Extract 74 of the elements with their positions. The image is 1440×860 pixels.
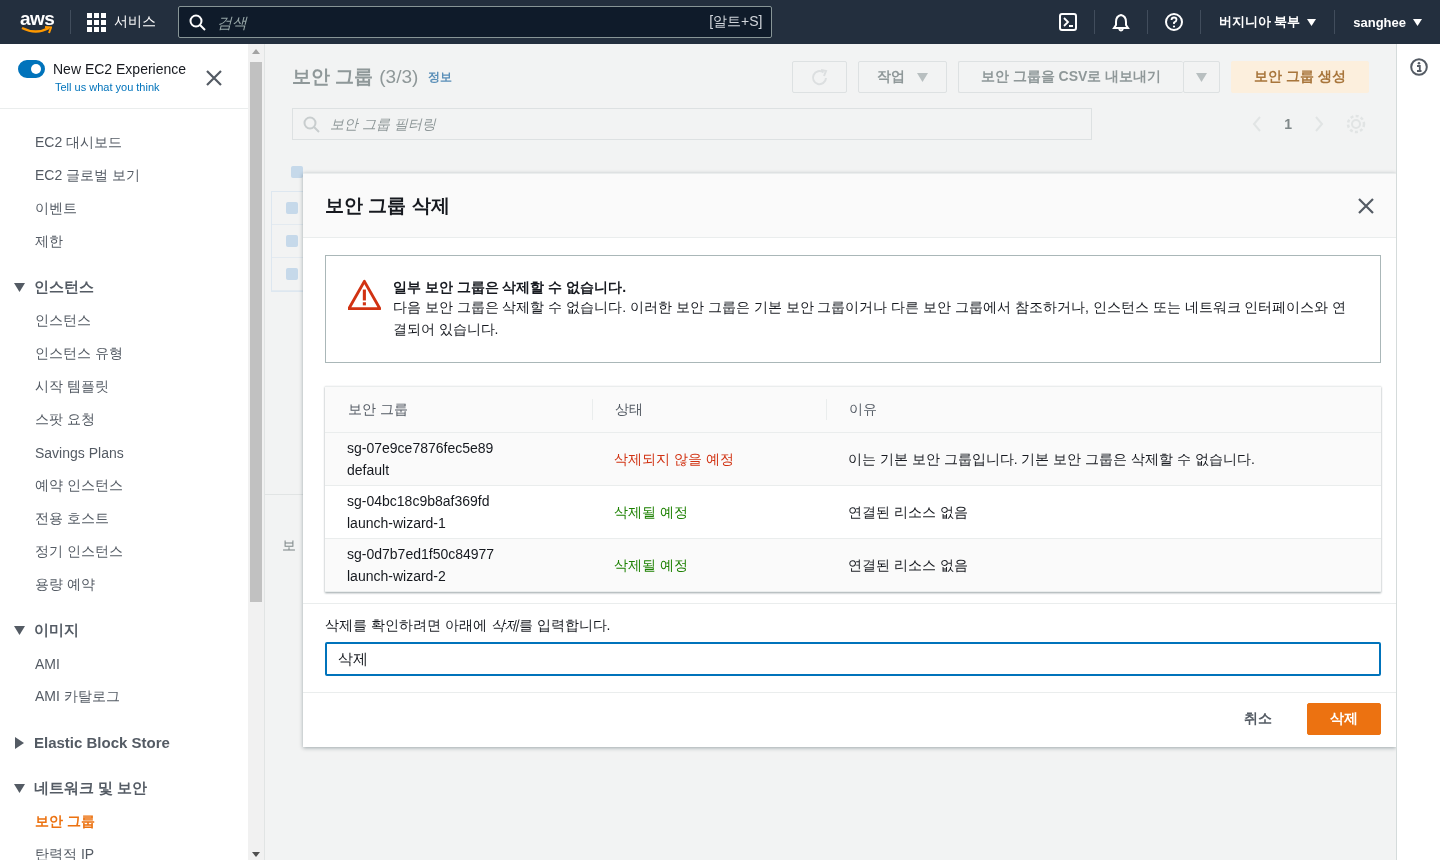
nav-item[interactable]: EC2 글로벌 보기 (0, 159, 248, 192)
nav-item[interactable]: 정기 인스턴스 (0, 535, 248, 568)
status-cell: 삭제될 예정 (592, 485, 826, 539)
feedback-link[interactable]: Tell us what you think (55, 81, 187, 93)
logo-text[interactable]: aws (20, 10, 55, 27)
scroll-down-icon[interactable] (252, 852, 260, 857)
nav-item[interactable]: 스팟 요청 (0, 403, 248, 436)
nav-item[interactable]: 시작 템플릿 (0, 370, 248, 403)
search-icon (303, 116, 320, 133)
region-menu[interactable]: 버지니아 북부 (1200, 13, 1335, 31)
services-menu[interactable]: 서비스 (87, 12, 157, 32)
nav-section-header[interactable]: 인스턴스 (0, 271, 100, 304)
toggle-switch[interactable] (18, 60, 45, 78)
dialog-title: 보안 그룹 삭제 (325, 193, 451, 218)
row-checkbox[interactable] (286, 202, 298, 214)
column-header: 이유 (826, 387, 1381, 433)
terminal-icon[interactable] (1058, 13, 1077, 31)
info-icon[interactable] (1410, 58, 1428, 76)
smile-arrow-icon (20, 25, 52, 34)
row-checkbox[interactable] (291, 166, 303, 178)
status-cell: 삭제되지 않을 예정 (592, 432, 826, 486)
caret-icon (1413, 18, 1422, 26)
toggle-label: New EC2 Experience (53, 60, 187, 78)
status-cell: 삭제될 예정 (592, 538, 826, 592)
reason-cell: 연결된 리소스 없음 (826, 538, 1381, 592)
nav-item[interactable]: 예약 인스턴스 (0, 469, 248, 502)
row-checkbox[interactable] (286, 268, 298, 280)
grid-icon (87, 12, 107, 32)
nav-item[interactable]: 전용 호스트 (0, 502, 248, 535)
shortcut-hint: [알트+S] (709, 13, 763, 31)
create-button[interactable]: 보안 그룹 생성 (1231, 61, 1369, 93)
column-header: 상태 (592, 387, 826, 433)
bell-icon[interactable] (1111, 12, 1130, 32)
nav-item[interactable]: 탄력적 IP (0, 838, 248, 860)
close-icon[interactable] (1358, 197, 1374, 214)
scroll-up-icon[interactable] (252, 49, 260, 54)
nav-item[interactable]: Savings Plans (0, 436, 248, 469)
nav-section-header[interactable]: 이미지 (0, 614, 85, 647)
reason-cell: 연결된 리소스 없음 (826, 485, 1381, 539)
security-group-cell: sg-04bc18c9b8af369fd launch-wizard-1 (325, 485, 592, 539)
confirm-input-field[interactable]: 삭제 (325, 642, 1381, 676)
nav-item[interactable]: 인스턴스 (0, 304, 248, 337)
close-icon[interactable] (206, 70, 222, 86)
selection-count: (3/3) (379, 66, 419, 88)
filter-field[interactable]: 보안 그룹 필터링 (292, 108, 1092, 140)
nav-item[interactable]: 용량 예약 (0, 568, 248, 601)
nav-item[interactable]: 인스턴스 유형 (0, 337, 248, 370)
column-header: 보안 그룹 (325, 387, 592, 433)
alert-message: 다음 보안 그룹은 삭제할 수 없습니다. 이러한 보안 그룹은 기본 보안 그룹이거나 다른 보안 그룹에서 참조하거나, 인스턴스 또는 네트워크 인터페이스와 연결되어 있습니다. (392, 298, 1348, 339)
nav-section-header[interactable]: 네트워크 및 보안 (0, 772, 154, 805)
account-menu[interactable]: sanghee (1335, 14, 1440, 30)
caret-icon (916, 72, 928, 82)
security-group-cell: sg-0d7b7ed1f50c84977 launch-wizard-2 (325, 538, 592, 592)
nav-item[interactable]: 제한 (0, 225, 248, 258)
nav-item[interactable]: AMI (0, 647, 248, 680)
reason-cell: 이는 기본 보안 그룹입니다. 기본 보안 그룹은 삭제할 수 없습니다. (826, 432, 1381, 486)
section-heading: 보 (282, 537, 296, 555)
export-dropdown-button[interactable] (1183, 61, 1221, 93)
confirm-instruction: 삭제를 확인하려면 아래에 삭제를 입력합니다. (325, 616, 612, 635)
help-icon[interactable] (1164, 13, 1183, 31)
warning-icon (348, 278, 381, 312)
nav-item[interactable]: AMI 카탈로그 (0, 680, 248, 713)
cancel-button[interactable]: 취소 (1227, 704, 1289, 734)
caret-icon (1196, 72, 1208, 82)
search-icon (189, 14, 207, 31)
alert-title: 일부 보안 그룹은 삭제할 수 없습니다. (392, 278, 628, 296)
scrollbar-thumb[interactable] (250, 62, 262, 602)
nav-item[interactable]: EC2 대시보드 (0, 126, 248, 159)
page-title: 보안 그룹 (292, 65, 374, 89)
security-group-cell: sg-07e9ce7876fec5e89 default (325, 432, 592, 486)
row-checkbox[interactable] (286, 235, 298, 247)
nav-section-header[interactable]: Elastic Block Store (0, 726, 176, 759)
nav-item[interactable]: 이벤트 (0, 192, 248, 225)
caret-icon (1307, 18, 1317, 26)
